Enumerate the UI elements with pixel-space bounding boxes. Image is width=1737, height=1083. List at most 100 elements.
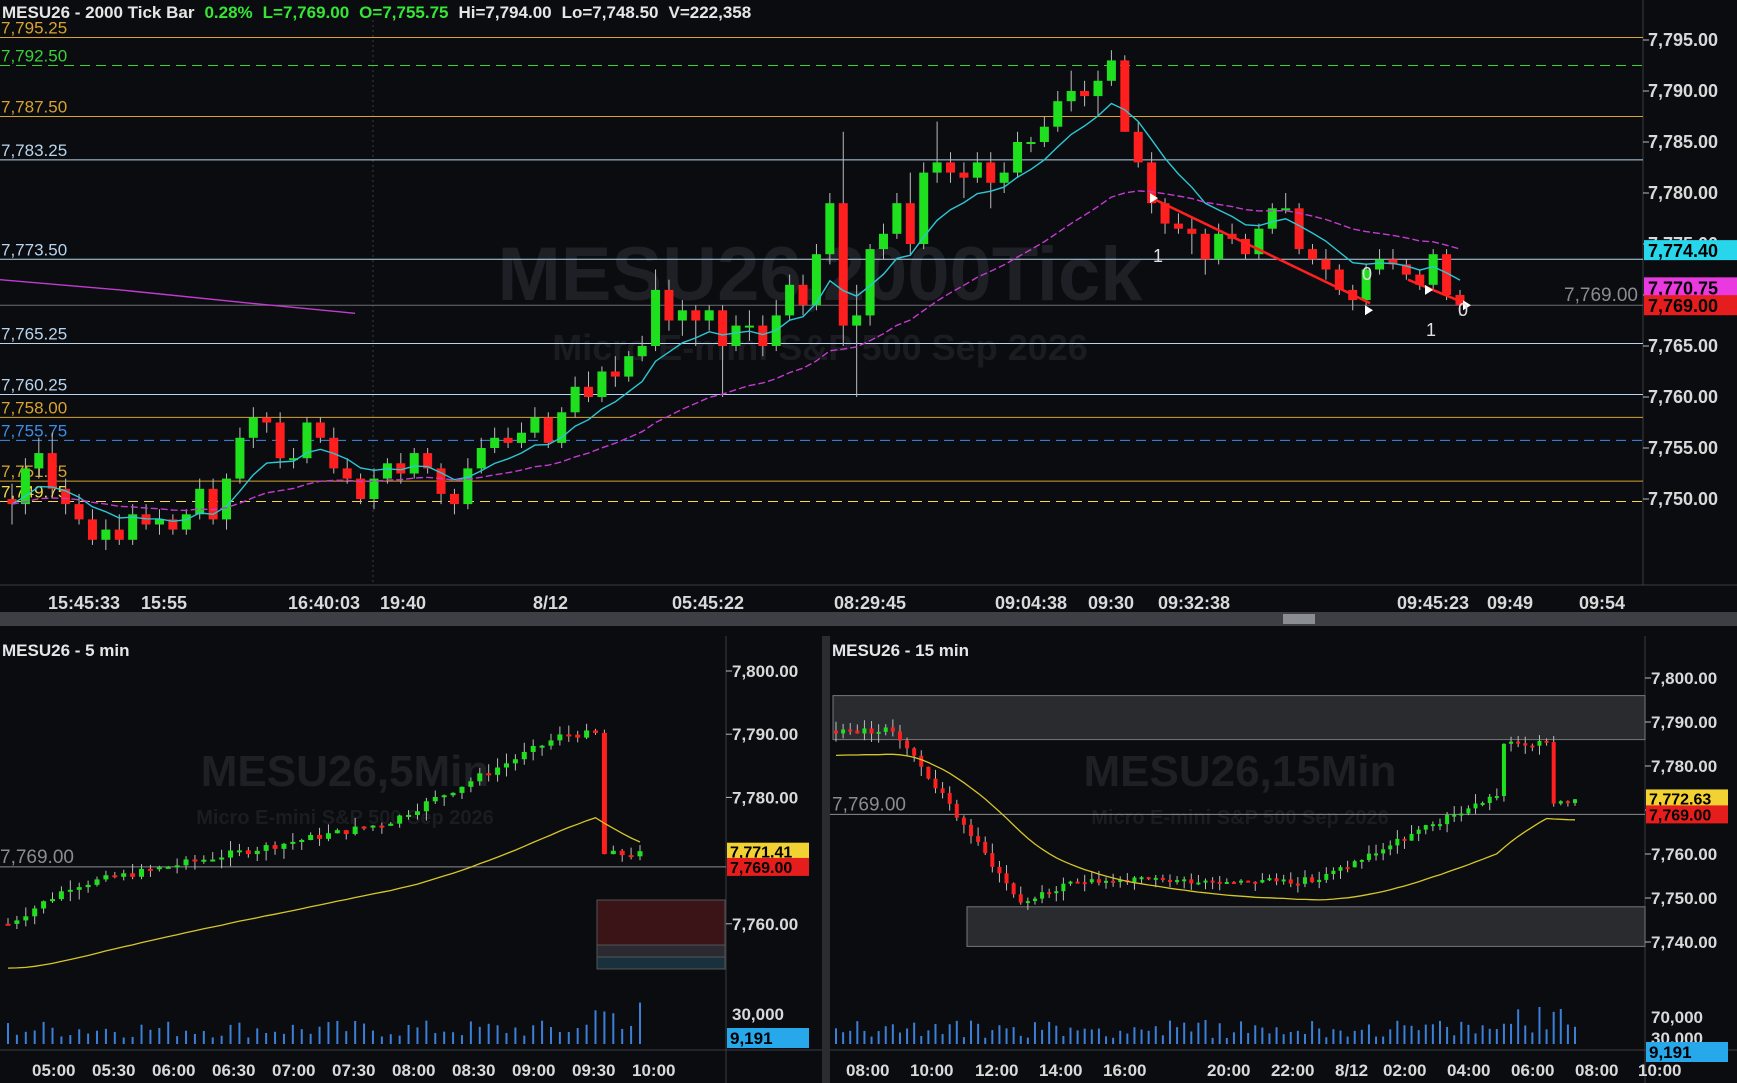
candle-body — [521, 751, 527, 760]
candle-body — [476, 448, 486, 469]
time-axis-label: 08:30 — [452, 1061, 495, 1080]
volume-bar — [1041, 1029, 1044, 1044]
main-chart-canvas[interactable]: MESU26,2000TickMicro E-mini S&P 500 Sep … — [0, 0, 1737, 612]
candle-body — [325, 833, 331, 839]
candle-body — [691, 310, 701, 321]
candle-body — [1132, 877, 1137, 883]
chart-5min[interactable]: MESU26,5Min Micro E-mini S&P 500 Sep 2026… — [0, 636, 822, 1083]
candle-body — [342, 468, 352, 479]
scrollbar-thumb[interactable] — [1283, 614, 1315, 624]
candle-body — [147, 868, 153, 871]
volume-bar — [1389, 1029, 1392, 1044]
candle-body — [468, 781, 474, 787]
main-chart-scrollbar[interactable] — [0, 612, 1737, 626]
candle-body — [983, 841, 988, 854]
main-tick-chart[interactable]: MESU26,2000TickMicro E-mini S&P 500 Sep … — [0, 0, 1737, 612]
volume-bar — [1566, 1024, 1569, 1044]
candle-body — [601, 732, 607, 855]
candle-body — [503, 437, 513, 443]
volume-bar — [1062, 1035, 1065, 1044]
candle-body — [869, 728, 874, 734]
candle-body — [610, 371, 620, 377]
candle-body — [972, 162, 982, 178]
price-axis-label: 7,800.00 — [732, 662, 798, 681]
volume-bar — [1367, 1024, 1370, 1044]
position-box-mid — [596, 944, 726, 958]
candle-body — [878, 233, 888, 250]
volume-bar — [585, 1024, 588, 1044]
chart-5min-canvas[interactable]: MESU26,5Min Micro E-mini S&P 500 Sep 2026… — [0, 636, 822, 1083]
candle-body — [315, 422, 325, 438]
candle-body — [704, 310, 714, 321]
candle-body — [1013, 142, 1023, 173]
volume-bar — [1033, 1022, 1036, 1044]
volume-bar — [176, 1036, 179, 1044]
volume-bar — [1332, 1029, 1335, 1044]
candle-body — [490, 437, 500, 448]
volume-bar — [1147, 1030, 1150, 1044]
time-axis-label: 10:00 — [632, 1061, 675, 1080]
candle-body — [624, 356, 634, 377]
candle-body — [114, 529, 124, 540]
volume-bar — [389, 1034, 392, 1044]
volume-bar — [891, 1024, 894, 1044]
panel-divider[interactable] — [822, 636, 830, 1083]
candle-body — [94, 879, 100, 885]
candle-body — [1473, 803, 1478, 809]
volume-bar — [1232, 1032, 1235, 1044]
candle-body — [1281, 879, 1286, 882]
volume-bar — [247, 1037, 250, 1044]
volume-bar — [558, 1031, 561, 1044]
candle-body — [245, 850, 251, 855]
candle-body — [1366, 853, 1371, 860]
candle-body — [1437, 824, 1442, 827]
candle-body — [969, 824, 974, 837]
time-axis-label: 02:00 — [1383, 1061, 1426, 1080]
last-price-line-label: 7,769.00 — [832, 794, 906, 815]
volume-bar — [1204, 1020, 1207, 1044]
price-axis-label: 7,765.00 — [1648, 336, 1718, 356]
candle-body — [1317, 879, 1322, 883]
volume-bar — [998, 1025, 1001, 1044]
splitter-bar[interactable] — [0, 626, 1737, 636]
volume-bar — [443, 1031, 446, 1044]
time-axis-label: 09:54 — [1579, 593, 1625, 612]
chart-15min[interactable]: MESU26,15Min Micro E-mini S&P 500 Sep 202… — [830, 636, 1737, 1083]
candle-body — [1231, 882, 1236, 885]
candle-body — [463, 468, 473, 505]
volume-bar — [1097, 1028, 1100, 1044]
price-axis-label: 7,780.00 — [732, 788, 798, 807]
candle-body — [926, 766, 931, 779]
high-price: Hi=7,794.00 — [458, 3, 552, 22]
candle-body — [1189, 879, 1194, 884]
candle-body — [308, 834, 314, 841]
candle-body — [516, 432, 526, 443]
candle-body — [1203, 880, 1208, 883]
volume-bar — [984, 1037, 987, 1044]
candle-body — [597, 371, 607, 397]
volume-bar — [371, 1030, 374, 1044]
chart-15min-canvas[interactable]: MESU26,15Min Micro E-mini S&P 500 Sep 202… — [830, 636, 1737, 1083]
candle-body — [1459, 813, 1464, 816]
time-axis-label: 08:00 — [846, 1061, 889, 1080]
candle-body — [539, 745, 545, 748]
candle-body — [905, 203, 915, 244]
candle-body — [139, 868, 145, 877]
volume-bar — [621, 1028, 624, 1044]
candle-body — [1402, 838, 1407, 841]
candle-body — [1160, 877, 1165, 880]
candle-body — [1187, 228, 1197, 234]
candle-body — [1173, 223, 1183, 229]
candle-body — [1523, 743, 1528, 746]
volume-bar — [1538, 1006, 1541, 1044]
volume-bar — [1048, 1021, 1051, 1044]
candle-body — [5, 923, 11, 926]
candle-body — [1509, 741, 1514, 744]
candle-body — [1302, 877, 1307, 884]
candle-body — [34, 453, 44, 469]
candle-body — [201, 859, 207, 862]
last-price-line-label: 7,769.00 — [1564, 285, 1638, 306]
price-axis-label: 7,780.00 — [1651, 757, 1717, 776]
volume-bar — [1460, 1021, 1463, 1044]
candle-body — [1288, 879, 1293, 884]
